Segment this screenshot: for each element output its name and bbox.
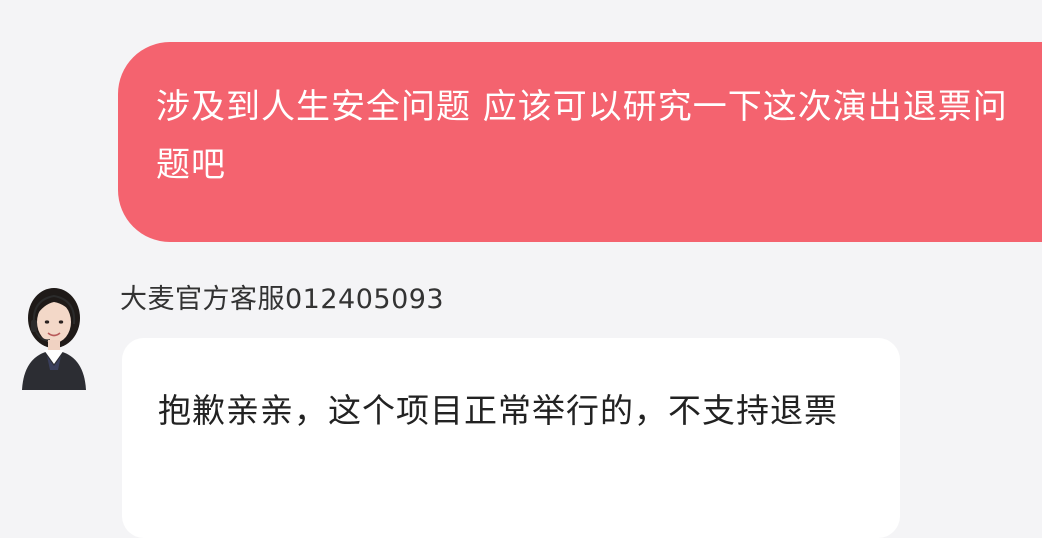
agent-avatar[interactable] [14, 280, 94, 390]
incoming-message-text: 抱歉亲亲，这个项目正常举行的，不支持退票 [158, 391, 838, 430]
outgoing-message-text: 涉及到人生安全问题 应该可以研究一下这次演出退票问题吧 [156, 87, 1008, 185]
incoming-message-bubble[interactable]: 抱歉亲亲，这个项目正常举行的，不支持退票 [122, 338, 900, 538]
outgoing-message-bubble[interactable]: 涉及到人生安全问题 应该可以研究一下这次演出退票问题吧 [118, 42, 1042, 242]
customer-service-agent-avatar-icon [22, 288, 86, 390]
incoming-message-row: 大麦官方客服012405093 抱歉亲亲，这个项目正常举行的，不支持退票 [0, 270, 1042, 538]
chat-conversation: 涉及到人生安全问题 应该可以研究一下这次演出退票问题吧 大麦官方客服012405… [0, 0, 1042, 538]
agent-name: 大麦官方客服012405093 [120, 284, 445, 315]
